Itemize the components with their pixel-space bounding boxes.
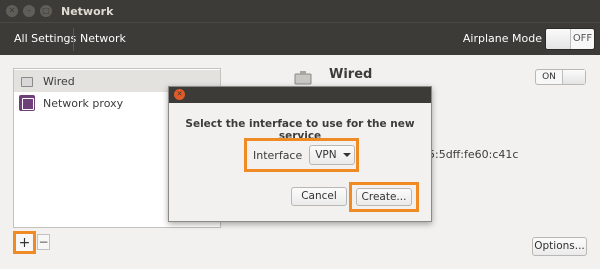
create-highlight: Create... bbox=[349, 182, 419, 212]
wired-large-icon bbox=[294, 71, 312, 85]
toolbar-separator bbox=[73, 28, 74, 51]
add-connection-button[interactable]: + bbox=[19, 236, 31, 250]
wired-toggle[interactable]: ON bbox=[535, 69, 586, 85]
close-icon[interactable]: ✕ bbox=[174, 89, 185, 100]
sidebar-item-label: Wired bbox=[43, 74, 75, 88]
interface-highlight: Interface VPN bbox=[244, 138, 359, 172]
breadcrumb: Network bbox=[80, 32, 126, 45]
wired-toggle-state: ON bbox=[542, 72, 556, 82]
window-titlebar: ✕ – □ Network bbox=[0, 0, 600, 22]
close-icon[interactable]: ✕ bbox=[6, 5, 18, 17]
toggle-knob bbox=[562, 70, 585, 84]
connection-title: Wired bbox=[329, 67, 373, 82]
ipv6-address: 5:5dff:fe60:c41c bbox=[428, 148, 519, 161]
maximize-icon[interactable]: □ bbox=[40, 5, 52, 17]
add-connection-highlight: + bbox=[13, 231, 36, 254]
cancel-button[interactable]: Cancel bbox=[291, 187, 347, 206]
all-settings-button[interactable]: All Settings bbox=[14, 32, 76, 45]
wired-network-icon bbox=[19, 73, 35, 89]
dialog-titlebar: ✕ bbox=[169, 87, 431, 103]
options-button[interactable]: Options... bbox=[532, 237, 587, 256]
airplane-mode-label: Airplane Mode bbox=[462, 32, 542, 45]
new-service-dialog: ✕ Select the interface to use for the ne… bbox=[168, 86, 432, 222]
minimize-icon[interactable]: – bbox=[23, 5, 35, 17]
create-button[interactable]: Create... bbox=[356, 188, 412, 206]
airplane-mode-toggle[interactable]: OFF bbox=[545, 28, 595, 50]
toggle-knob bbox=[546, 29, 571, 49]
sidebar-item-label: Network proxy bbox=[43, 96, 124, 110]
interface-value: VPN bbox=[315, 149, 337, 161]
interface-label: Interface bbox=[253, 148, 303, 162]
remove-connection-button[interactable]: − bbox=[37, 234, 50, 250]
airplane-mode-state: OFF bbox=[572, 33, 593, 44]
window-title: Network bbox=[61, 4, 114, 18]
interface-select[interactable]: VPN bbox=[309, 145, 356, 165]
header-toolbar: All Settings Network Airplane Mode OFF bbox=[0, 22, 600, 55]
network-proxy-icon bbox=[19, 95, 35, 111]
chevron-down-icon bbox=[342, 153, 351, 157]
